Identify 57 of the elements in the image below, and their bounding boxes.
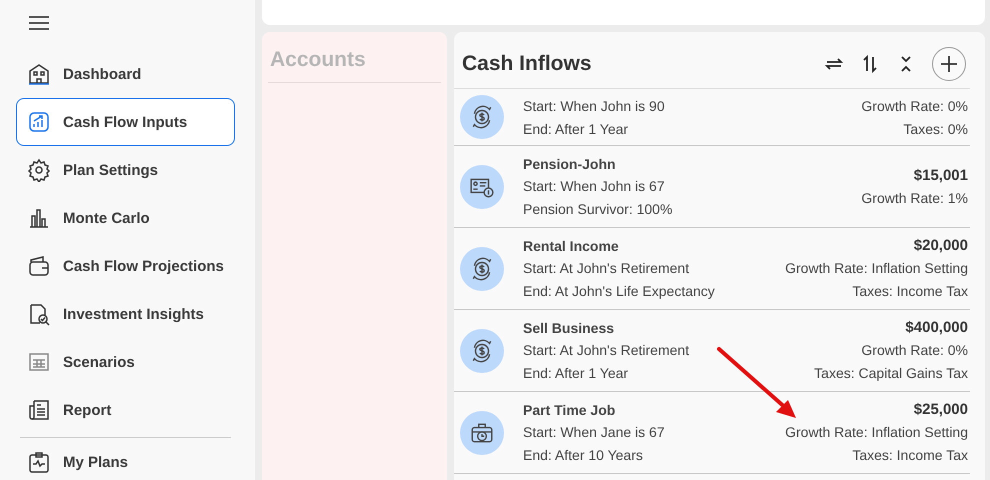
pension-card-icon <box>460 164 504 208</box>
inflow-title: Pension-John <box>523 156 617 172</box>
inflow-term: Growth Rate: 0% <box>861 96 968 114</box>
inflow-title: Rental Income <box>523 238 620 254</box>
chart-icon <box>27 110 51 134</box>
add-icon <box>939 54 959 74</box>
inflow-detail: End: After 10 Years <box>523 446 644 464</box>
nav-item[interactable]: Cash Flow Inputs <box>16 98 235 146</box>
inflow-detail: Start: At John's Retirement <box>523 258 690 276</box>
nav-item[interactable]: Dashboard <box>16 50 235 98</box>
inflow-detail: Start: When John is 67 <box>523 176 666 194</box>
nav-item[interactable]: My Plans <box>16 438 235 480</box>
cash-inflow-row[interactable]: Pension-John Start: When John is 67 Pension Survivor: 100% $15,001 Growth Rate: 1% <box>454 146 970 228</box>
briefcase-clock-icon <box>460 410 504 454</box>
add-button[interactable] <box>932 47 966 81</box>
money-exchange-icon <box>460 328 504 372</box>
settings-icon <box>27 158 51 182</box>
nav-item[interactable]: Cash Flow Projections <box>16 242 235 290</box>
inflow-term: Taxes: Income Tax <box>852 282 968 300</box>
inflow-detail: Start: At John's Retirement <box>523 340 690 358</box>
panel-title: Cash Inflows <box>462 52 592 76</box>
inflow-term: Taxes: Capital Gains Tax <box>814 364 968 382</box>
inflow-amount: $400,000 <box>905 319 968 336</box>
cash-inflow-row[interactable]: Part Time Job Start: When Jane is 67 End: After 10 Years $25,000 Growth Rate: Inflation Setting Taxes: Income Tax <box>454 392 970 474</box>
inflow-title: Part Time Job <box>523 402 616 418</box>
cash-inflow-row[interactable]: Sell Business Start: At John's Retirement End: After 1 Year $400,000 Growth Rate: 0% Taxes: Capital Gains Tax <box>454 310 970 392</box>
inflow-term: Taxes: 0% <box>903 120 968 138</box>
inflow-term: Taxes: Income Tax <box>852 446 968 464</box>
nav-item[interactable]: Report <box>16 386 235 434</box>
inflow-term: Growth Rate: 1% <box>861 188 968 206</box>
nav-item[interactable]: Investment Insights <box>16 290 235 338</box>
inflow-detail: End: After 1 Year <box>523 120 630 138</box>
inflow-term: Growth Rate: Inflation Setting <box>785 423 968 441</box>
document-icon <box>27 398 51 422</box>
money-exchange-icon <box>460 246 504 290</box>
inflow-term: Growth Rate: Inflation Setting <box>785 259 968 277</box>
nav-item[interactable]: Scenarios <box>16 338 235 386</box>
cash-inflow-row[interactable]: Start: When John is 90 End: After 1 Year Growth Rate: 0% Taxes: 0% <box>454 89 970 146</box>
inflow-amount: $15,001 <box>914 166 968 184</box>
inflow-detail: Start: When Jane is 67 <box>523 422 666 440</box>
menu-icon[interactable] <box>29 16 49 30</box>
inflow-detail: End: After 1 Year <box>523 364 630 382</box>
inflow-title: Sell Business <box>523 320 616 336</box>
inflow-amount: $20,000 <box>914 237 968 254</box>
inflow-detail: End: At John's Life Expectancy <box>523 282 716 300</box>
house-icon <box>27 62 51 86</box>
inflow-amount: $25,000 <box>914 401 968 418</box>
nav-item[interactable]: Monte Carlo <box>16 194 235 242</box>
inflow-detail: Start: When John is 90 <box>523 96 666 114</box>
inflow-term: Growth Rate: 0% <box>861 341 968 359</box>
wallet-icon <box>27 254 51 278</box>
clipboard-icon <box>27 450 51 474</box>
panel-title: Accounts <box>268 32 441 83</box>
nav-item[interactable]: Plan Settings <box>16 146 235 194</box>
inflow-detail: Pension Survivor: 100% <box>523 200 674 218</box>
money-exchange-icon <box>460 95 504 139</box>
cash-inflow-row[interactable]: Rental Income Start: At John's Retirement End: At John's Life Expectancy $20,000 Growth Rate: Inflation Setting Taxes: Income Tax <box>454 228 970 310</box>
